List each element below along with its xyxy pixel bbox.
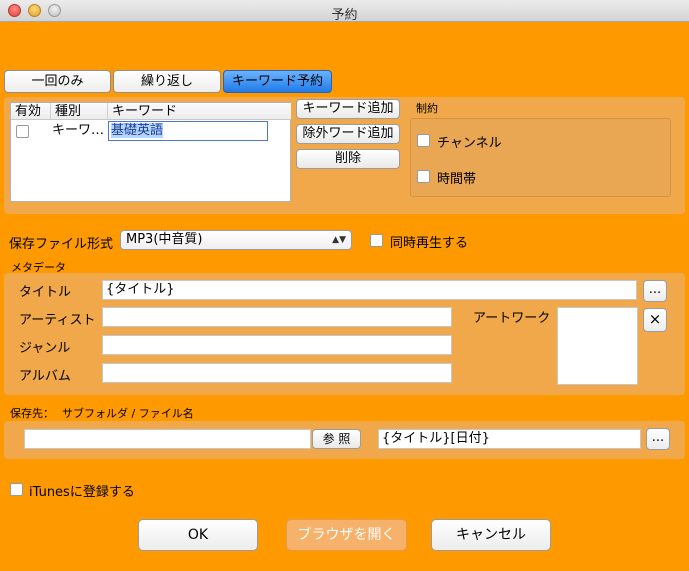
format-selected-value: MP3(中音質) [126,232,203,247]
row-type: キーワ… [52,123,105,138]
genre-input[interactable] [102,335,452,355]
keyword-table[interactable]: 有効 種別 キーワード キーワ… 基礎英語 [10,102,291,202]
header-type[interactable]: 種別 [51,103,108,120]
row-enabled-checkbox[interactable] [16,125,29,138]
album-input[interactable] [102,363,452,383]
title-input[interactable]: {タイトル} [102,280,637,300]
row-keyword-editor[interactable]: 基礎英語 [108,121,268,141]
restriction-title: 制約 [416,102,438,115]
format-label: 保存ファイル形式 [9,237,114,252]
tab-keyword[interactable]: キーワード予約 [223,70,332,93]
cancel-button[interactable]: キャンセル [431,519,551,551]
channel-checkbox[interactable] [417,134,430,147]
ok-button[interactable]: OK [138,519,258,551]
title-bar: 予約 [0,0,689,23]
artist-label: アーティスト [19,313,96,328]
artwork-clear-button[interactable]: × [643,308,667,332]
artwork-label: アートワーク [473,311,551,326]
title-more-button[interactable]: ... [643,280,667,302]
title-input-value: {タイトル} [106,282,175,297]
format-select[interactable]: MP3(中音質) ▲▼ [120,230,352,250]
window-title: 予約 [331,8,358,23]
filename-input-value: {タイトル}[日付} [382,431,490,446]
genre-label: ジャンル [19,341,71,356]
browse-button[interactable]: 参 照 [312,429,361,449]
add-keyword-button[interactable]: キーワード追加 [296,99,400,119]
tab-repeat[interactable]: 繰り返し [113,70,221,93]
open-browser-button: ブラウザを開く [286,519,407,551]
channel-label: チャンネル [437,136,502,151]
subfolder-input[interactable] [24,429,311,449]
header-keyword[interactable]: キーワード [108,103,291,120]
time-slot-checkbox[interactable] [417,170,430,183]
add-exclude-word-button[interactable]: 除外ワード追加 [296,124,400,144]
tab-once[interactable]: 一回のみ [4,70,111,93]
itunes-checkbox[interactable] [10,483,23,496]
simultaneous-play-label: 同時再生する [390,236,469,251]
title-label: タイトル [19,285,72,300]
filename-input[interactable]: {タイトル}[日付} [378,429,641,449]
chevron-updown-icon: ▲▼ [332,235,346,245]
filename-more-button[interactable]: ... [646,428,670,450]
row-keyword-text: 基礎英語 [111,123,164,138]
delete-button[interactable]: 削除 [296,149,400,169]
save-subfolder-title: サブフォルダ / ファイル名 [62,407,194,420]
save-section-title: 保存先： [10,407,54,420]
artist-input[interactable] [102,307,452,327]
itunes-label: iTunesに登録する [29,485,135,500]
album-label: アルバム [19,369,71,384]
time-slot-label: 時間帯 [437,172,477,187]
simultaneous-play-checkbox[interactable] [370,234,383,247]
artwork-well[interactable] [557,307,638,385]
header-enabled[interactable]: 有効 [11,103,51,120]
